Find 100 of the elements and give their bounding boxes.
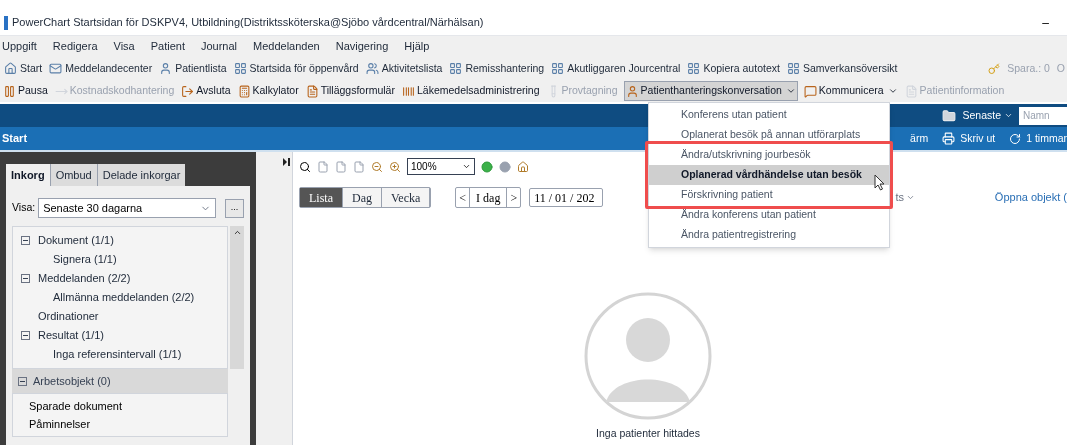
- people-icon: [365, 62, 379, 75]
- tree-item[interactable]: Dokument (1/1): [38, 232, 114, 249]
- toolbar-button[interactable]: Start: [4, 60, 43, 77]
- mouse-cursor-icon: [874, 174, 885, 191]
- collapse-toggle[interactable]: [21, 274, 30, 283]
- menu-item[interactable]: Visa: [113, 38, 135, 55]
- tree-item[interactable]: Ordinationer: [38, 308, 99, 325]
- menu-option[interactable]: Ändra/utskrivning jourbesök: [649, 145, 889, 165]
- zoom-out-icon[interactable]: [371, 160, 383, 173]
- previous-button[interactable]: <: [456, 188, 471, 207]
- inbox-tab[interactable]: Delade inkorgar: [96, 164, 186, 186]
- header-action[interactable]: Skriv ut: [942, 130, 996, 147]
- dot-icon[interactable]: [499, 160, 511, 173]
- collapse-toggle[interactable]: [18, 376, 27, 386]
- menu-item[interactable]: Uppgift: [2, 38, 37, 55]
- page-icon[interactable]: [335, 160, 347, 173]
- toolbar-button[interactable]: Remisshantering: [449, 60, 545, 77]
- menu-item[interactable]: Redigera: [52, 38, 98, 55]
- menu-item[interactable]: Journal: [200, 38, 238, 55]
- menu-item[interactable]: Patient: [150, 38, 185, 55]
- toolbar-button[interactable]: Kommunicera: [802, 81, 899, 101]
- printer-icon: [942, 132, 956, 145]
- person-silhouette-icon: [584, 292, 712, 421]
- toolbar-button[interactable]: Aktivitetslista: [365, 60, 443, 77]
- toolbar-button[interactable]: Kalkylator: [236, 81, 300, 101]
- header-action[interactable]: 1 timmar: [1009, 130, 1067, 147]
- toolbar-button[interactable]: Patientlista: [159, 60, 227, 77]
- inbox-tab[interactable]: Inkorg: [6, 164, 50, 186]
- toolbar-button[interactable]: Pausa: [2, 81, 49, 101]
- filter-label: Visa:: [12, 200, 36, 216]
- caret-icon: [462, 162, 471, 171]
- scroll-up-icon[interactable]: [232, 228, 242, 237]
- view-tab[interactable]: Vecka: [382, 188, 431, 207]
- toolbar-button[interactable]: Patienthanteringskonversation: [623, 81, 798, 101]
- filter-dropdown[interactable]: ts: [895, 189, 915, 206]
- house-icon: [4, 62, 17, 75]
- barcode-icon: [401, 84, 415, 98]
- window-title: PowerChart Startsidan för DSKPV4, Utbildning(Distriktssköterska@Sjöbo vårdcentral/Närhälsan): [12, 15, 484, 31]
- view-tab[interactable]: Dag: [343, 188, 382, 207]
- header-action[interactable]: ärm: [910, 130, 929, 147]
- zoom-select[interactable]: 100%: [407, 158, 475, 175]
- caret-icon: [887, 86, 898, 96]
- menu-item[interactable]: Navigering: [335, 38, 389, 55]
- pause-icon: [3, 84, 16, 98]
- key-icon: [988, 62, 1001, 75]
- save-counter: Spara.: 0: [1007, 60, 1050, 76]
- menu-option[interactable]: Ändra patientregistrering: [649, 225, 889, 245]
- envelope-icon: [49, 62, 63, 75]
- toolbar-button[interactable]: Avsluta: [180, 81, 232, 101]
- calculator-icon: [237, 84, 251, 98]
- caret-icon: [785, 86, 796, 96]
- toolbar-button[interactable]: Kopiera autotext: [687, 60, 780, 77]
- page-title: Start: [2, 131, 28, 147]
- next-button[interactable]: >: [507, 188, 521, 207]
- section-header[interactable]: Arbetsobjekt (0): [12, 369, 228, 393]
- collapse-panel-icon: [283, 158, 290, 166]
- menu-item[interactable]: Meddelanden: [253, 38, 320, 55]
- work-item[interactable]: Påminnelser: [29, 415, 227, 433]
- caret-icon: [906, 193, 915, 202]
- filter-select[interactable]: Senaste 30 dagarna: [38, 198, 216, 218]
- toolbar-button[interactable]: Tilläggsformulär: [304, 81, 396, 101]
- toolbar-button[interactable]: Akutliggaren Jourcentral: [551, 60, 681, 77]
- menu-option[interactable]: Konferens utan patient: [649, 105, 889, 125]
- house-icon[interactable]: [517, 160, 529, 173]
- grid-icon: [551, 62, 565, 75]
- tree-item[interactable]: Allmänna meddelanden (2/2): [53, 289, 195, 306]
- grid-icon: [786, 62, 800, 75]
- tree-item[interactable]: Resultat (1/1): [38, 327, 105, 344]
- toolbar-button[interactable]: Läkemedelsadministrering: [400, 81, 541, 101]
- today-button[interactable]: I dag: [470, 188, 508, 207]
- grid-icon: [233, 62, 247, 75]
- refresh-icon: [1009, 132, 1022, 145]
- zoom-in-icon[interactable]: [389, 160, 401, 173]
- toolbar-button[interactable]: Meddelandecenter: [49, 60, 153, 77]
- person-icon: [625, 84, 639, 98]
- menu-option[interactable]: Oplanerad vårdhändelse utan besök: [649, 165, 889, 185]
- toolbar-button[interactable]: Startsida för öppenvård: [233, 60, 359, 77]
- grid-icon: [687, 62, 701, 75]
- menu-item[interactable]: Hjälp: [404, 38, 430, 55]
- page-icon[interactable]: [317, 160, 329, 173]
- more-button[interactable]: ...: [225, 198, 244, 218]
- open-items-link[interactable]: Öppna objekt (: [994, 189, 1067, 206]
- view-tab[interactable]: Lista: [300, 188, 343, 207]
- name-search-field[interactable]: Namn: [1019, 106, 1067, 125]
- menu-option[interactable]: Oplanerat besök på annan utförarplats: [649, 125, 889, 145]
- minimize-button[interactable]: –: [1042, 13, 1049, 32]
- collapse-toggle[interactable]: [21, 331, 30, 340]
- collapse-toggle[interactable]: [21, 236, 30, 245]
- date-field[interactable]: 11 / 01 / 202: [529, 188, 604, 207]
- tree-item[interactable]: Signera (1/1): [53, 251, 117, 268]
- page-icon[interactable]: [353, 160, 365, 173]
- caret-icon: [1004, 111, 1013, 120]
- grid-icon: [449, 62, 463, 75]
- recent-dropdown[interactable]: Senaste: [962, 107, 1013, 124]
- menu-option[interactable]: Ändra konferens utan patient: [649, 205, 889, 225]
- toolbar-button[interactable]: Samverkansöversikt: [786, 60, 898, 77]
- inbox-tab[interactable]: Ombud: [49, 164, 97, 186]
- tree-item[interactable]: Inga referensintervall (1/1): [53, 346, 182, 363]
- tree-item[interactable]: Meddelanden (2/2): [38, 270, 131, 287]
- work-item[interactable]: Sparade dokument: [29, 397, 227, 415]
